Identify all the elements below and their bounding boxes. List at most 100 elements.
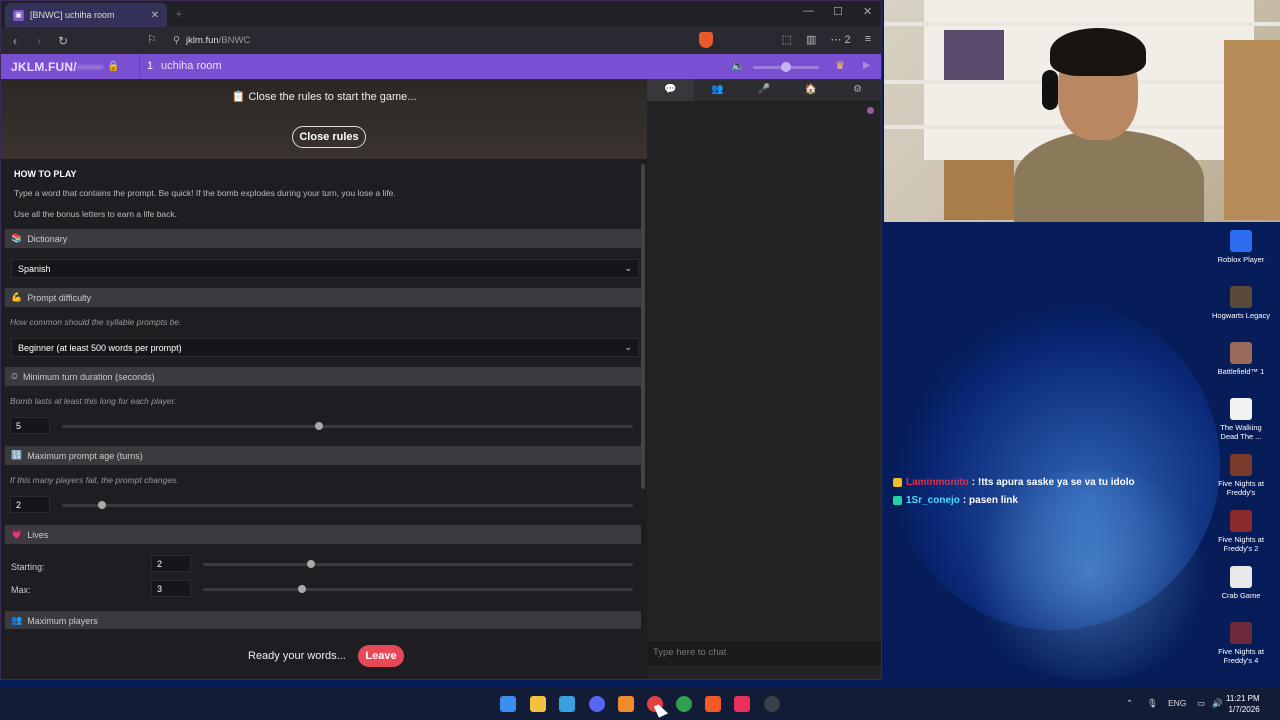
start-icon[interactable] xyxy=(500,696,516,712)
store-icon[interactable] xyxy=(559,696,575,712)
jklm-favicon-icon: ▣ xyxy=(13,9,24,21)
chat-message: 1Sr_conejo : pasen link xyxy=(893,495,1135,506)
slider-handle[interactable] xyxy=(306,560,315,568)
desktop-icon-crab-game[interactable]: Crab Game xyxy=(1212,566,1270,600)
site-info-icon[interactable]: ⚲ xyxy=(173,35,180,46)
new-tab-button[interactable]: + xyxy=(175,6,183,21)
chat-text: : pasen link xyxy=(962,495,1018,506)
leave-button[interactable]: Leave xyxy=(358,645,404,667)
close-rules-button[interactable]: Close rules xyxy=(292,126,366,148)
desktop-icon-fnaf[interactable]: Five Nights at Freddy's xyxy=(1212,454,1270,497)
shelf-row xyxy=(884,22,1280,26)
browser-window: ▣ [BNWC] uchiha room ✕ + — ☐ ✕ ‹ › ↻ ⚐ ⚲… xyxy=(0,0,882,680)
rules-header: 📋 Close the rules to start the game... C… xyxy=(1,79,647,159)
dictionary-select[interactable]: Spanish ⌄ xyxy=(11,259,639,278)
chat-input[interactable]: Type here to chat xyxy=(647,641,881,665)
chat-badge-icon xyxy=(893,478,902,487)
obs-icon[interactable] xyxy=(764,696,780,712)
slider-handle[interactable] xyxy=(314,422,323,430)
lives-max-input[interactable]: 3 xyxy=(151,580,191,597)
desktop-icon-hogwarts[interactable]: Hogwarts Legacy xyxy=(1212,286,1270,320)
volume-slider-handle[interactable] xyxy=(781,62,791,72)
url-field[interactable]: ⚲ jklm.fun/BNWC xyxy=(173,35,250,46)
desktop-icon-walking-dead[interactable]: The Walking Dead The ... xyxy=(1212,398,1270,441)
minimize-icon[interactable]: — xyxy=(803,5,814,17)
clock-icon: ⏲ xyxy=(11,371,19,381)
max-prompt-age-section: 🔢 Maximum prompt age (turns) xyxy=(5,446,641,465)
players-tab-icon[interactable]: 👥 xyxy=(694,79,741,101)
system-clock[interactable]: 11:21 PM 1/7/2026 xyxy=(1226,693,1260,715)
file-explorer-icon[interactable] xyxy=(530,696,546,712)
desktop-icon-battlefield[interactable]: Battlefield™ 1 xyxy=(1212,342,1270,376)
difficulty-select[interactable]: Beginner (at least 500 words per prompt)… xyxy=(11,338,639,357)
menu-icon[interactable]: ≡ xyxy=(865,33,871,46)
side-panel-tabs: 💬 👥 🎤 🏠 ⚙ xyxy=(647,79,881,101)
game-footer: Ready your words... Leave xyxy=(1,629,647,679)
play-icon[interactable]: ▶ xyxy=(863,60,871,71)
close-tab-icon[interactable]: ✕ xyxy=(151,10,159,21)
prompt-difficulty-section: 💪 Prompt difficulty xyxy=(5,288,641,307)
game-panel: 📋 Close the rules to start the game... C… xyxy=(1,79,647,679)
heart-icon: 💗 xyxy=(11,529,23,539)
discord-icon[interactable] xyxy=(589,696,605,712)
slider-handle[interactable] xyxy=(297,585,306,593)
network-icon[interactable]: ▭ xyxy=(1197,698,1205,709)
max-prompt-age-slider[interactable] xyxy=(62,501,633,509)
language-indicator[interactable]: ENG xyxy=(1168,698,1186,708)
crown-icon[interactable]: ♛ xyxy=(835,59,845,72)
sidebar-icon[interactable]: ▥ xyxy=(806,33,816,46)
extensions-icon[interactable]: ⋯ 2 xyxy=(830,33,850,46)
lives-starting-input[interactable]: 2 xyxy=(151,555,191,572)
desktop-icon-fnaf2[interactable]: Five Nights at Freddy's 2 xyxy=(1212,510,1270,553)
back-icon[interactable]: ‹ xyxy=(9,34,21,48)
slider-handle[interactable] xyxy=(97,501,106,509)
site-logo[interactable]: JKLM.FUN/•••••• xyxy=(1,60,103,74)
volume-icon[interactable]: 🔈 xyxy=(731,59,745,72)
bookmark-icon[interactable]: ⚐ xyxy=(147,33,157,46)
maximize-icon[interactable]: ☐ xyxy=(833,5,843,18)
screenshot-icon[interactable]: ⬚ xyxy=(782,33,792,46)
voice-tab-icon[interactable]: 🎤 xyxy=(741,79,788,101)
tiktok-icon[interactable] xyxy=(734,696,750,712)
chrome-icon[interactable] xyxy=(676,696,692,712)
notification-dot xyxy=(867,107,874,114)
tab-title: [BNWC] uchiha room xyxy=(30,10,115,20)
close-window-icon[interactable]: ✕ xyxy=(863,5,872,18)
lives-max-slider[interactable] xyxy=(203,585,633,593)
chat-tab-icon[interactable]: 💬 xyxy=(647,79,694,101)
chevron-down-icon: ⌄ xyxy=(624,263,632,273)
brave-icon[interactable] xyxy=(705,696,721,712)
desktop-icon-roblox[interactable]: Roblox Player xyxy=(1212,230,1270,264)
chevron-down-icon: ⌄ xyxy=(624,342,632,352)
browser-tab[interactable]: ▣ [BNWC] uchiha room ✕ xyxy=(5,3,167,27)
crab-game-icon xyxy=(1230,566,1252,588)
chat-badge-icon xyxy=(893,496,902,505)
microphone-icon[interactable]: 🎙 xyxy=(1147,698,1158,709)
tray-chevron-icon[interactable]: ⌃ xyxy=(1126,698,1133,709)
hogwarts-icon xyxy=(1230,286,1252,308)
settings-gear-icon[interactable]: ⚙ xyxy=(834,79,881,101)
forward-icon[interactable]: › xyxy=(33,34,45,48)
brave-shield-icon[interactable] xyxy=(699,32,713,48)
divider xyxy=(139,54,140,79)
speaker-icon[interactable]: 🔊 xyxy=(1212,698,1223,709)
desktop-icon-fnaf4[interactable]: Five Nights at Freddy's 4 xyxy=(1212,622,1270,665)
person-hair xyxy=(1050,28,1146,76)
min-turn-section: ⏲ Minimum turn duration (seconds) xyxy=(5,367,641,386)
ready-text: Ready your words... xyxy=(248,650,346,662)
min-turn-slider[interactable] xyxy=(62,422,633,430)
max-prompt-age-input[interactable]: 2 xyxy=(10,496,50,513)
dictionary-section: 📚 Dictionary xyxy=(5,229,641,248)
settings-scrollbar[interactable] xyxy=(641,164,645,489)
toolbar-icons: ⬚ ▥ ⋯ 2 ≡ xyxy=(782,33,871,46)
reload-icon[interactable]: ↻ xyxy=(57,34,69,48)
fnaf2-icon xyxy=(1230,510,1252,532)
room-tab-icon[interactable]: 🏠 xyxy=(787,79,834,101)
lock-icon: 🔒 xyxy=(107,61,120,72)
min-turn-input[interactable]: 5 xyxy=(10,417,50,434)
hidden-username: •••••• xyxy=(76,59,104,74)
lives-starting-slider[interactable] xyxy=(203,560,633,568)
person-body xyxy=(1014,130,1204,222)
chat-username: 1Sr_conejo xyxy=(906,495,960,506)
app-icon[interactable] xyxy=(618,696,634,712)
